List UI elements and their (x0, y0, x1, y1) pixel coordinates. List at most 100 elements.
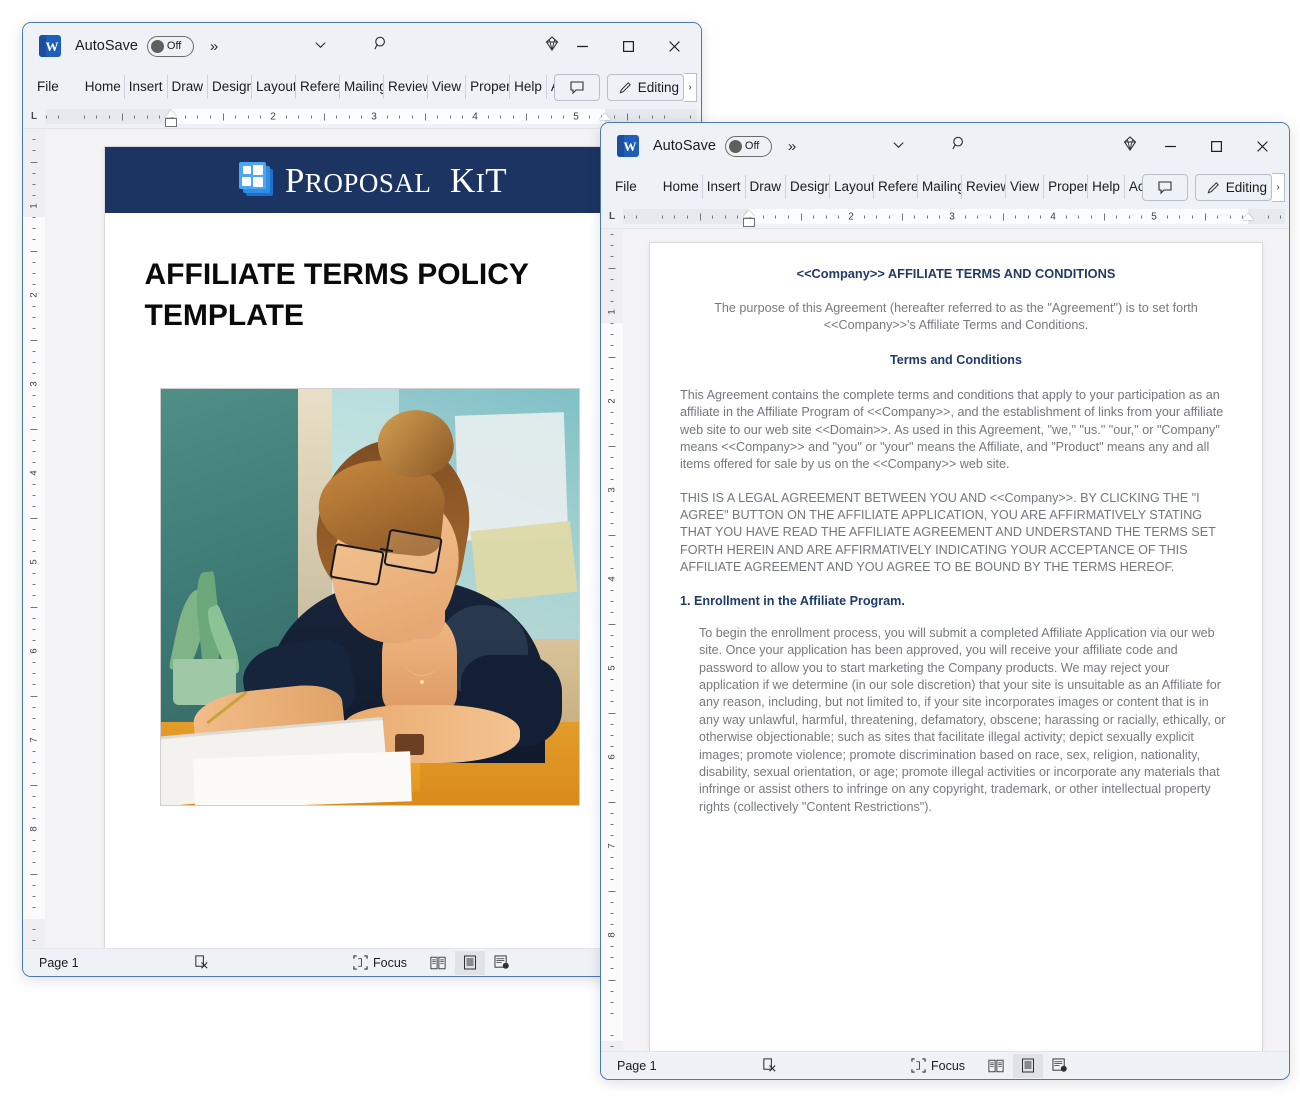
document-page-front[interactable]: <<Company>> AFFILIATE TERMS AND CONDITIO… (650, 243, 1262, 1051)
ruler-tick (424, 113, 426, 120)
page-indicator[interactable]: Page 1 (39, 956, 79, 970)
vertical-ruler-front[interactable]: 1 2 3 4 5 6 7 8 (601, 229, 623, 1051)
vruler-tick (32, 684, 36, 686)
ruler-tick (964, 215, 966, 218)
first-line-indent-marker[interactable] (743, 210, 755, 217)
right-indent-marker[interactable] (1242, 213, 1254, 220)
read-mode-icon[interactable] (423, 951, 453, 975)
right-indent-marker[interactable] (599, 113, 611, 120)
tab-insert[interactable]: Insert (125, 75, 168, 99)
horizontal-ruler-front[interactable]: L 12345 (601, 205, 1289, 229)
editing-mode-button[interactable]: Editing (606, 73, 684, 101)
spellcheck-off-icon[interactable] (761, 1057, 778, 1074)
qat-more-icon[interactable]: » (210, 38, 218, 55)
tab-draw[interactable]: Draw (168, 75, 209, 99)
tab-file[interactable]: File (609, 175, 643, 199)
ruler-tick (1090, 215, 1092, 218)
left-indent-marker[interactable] (743, 218, 755, 227)
first-line-indent-marker[interactable] (165, 110, 177, 117)
tab-draw[interactable]: Draw (746, 175, 787, 199)
tab-review[interactable]: Review (962, 175, 1007, 199)
ruler-tick (1078, 215, 1080, 218)
ruler-tick (876, 215, 878, 218)
tab-design[interactable]: Design (208, 75, 253, 99)
search-icon[interactable] (373, 35, 390, 57)
read-mode-icon[interactable] (981, 1054, 1011, 1078)
qat-more-icon[interactable]: » (788, 138, 796, 155)
vruler-tick (32, 395, 36, 397)
maximize-icon[interactable] (1193, 124, 1239, 168)
ruler-tick (209, 115, 211, 118)
vruler-tick (610, 690, 614, 692)
tab-properties[interactable]: Properties (1044, 175, 1089, 199)
vruler-tick (32, 450, 36, 452)
web-layout-icon[interactable] (1045, 1054, 1075, 1078)
document-image[interactable] (159, 388, 580, 806)
close-icon[interactable] (1239, 124, 1285, 168)
vruler-tick (610, 523, 614, 525)
focus-button[interactable]: Focus (353, 955, 407, 970)
tab-file[interactable]: File (31, 75, 65, 99)
editing-expand-icon[interactable]: › (684, 72, 697, 102)
maximize-icon[interactable] (605, 24, 651, 68)
tab-stop-selector[interactable]: L (601, 211, 623, 222)
ruler-tick (1065, 215, 1067, 218)
ruler-band-back[interactable]: 12345 (45, 109, 697, 127)
ruler-tick (989, 215, 991, 218)
left-indent-marker[interactable] (165, 118, 177, 127)
tab-properties[interactable]: Properties (466, 75, 511, 99)
comments-button[interactable] (553, 73, 600, 101)
chevron-down-icon[interactable] (891, 137, 906, 155)
page-indicator[interactable]: Page 1 (617, 1059, 657, 1073)
vruler-tick (610, 590, 614, 592)
autosave-toggle[interactable]: Off (724, 135, 772, 157)
print-layout-icon[interactable] (455, 950, 485, 975)
minimize-icon[interactable] (559, 24, 605, 68)
diamond-icon[interactable] (1121, 135, 1139, 158)
ruler-number: 3 (949, 211, 955, 222)
ruler-tick (838, 215, 840, 218)
tab-mailings[interactable]: Mailings (340, 75, 385, 99)
web-layout-icon[interactable] (487, 951, 517, 975)
tab-stop-selector[interactable]: L (23, 111, 45, 122)
focus-button[interactable]: Focus (911, 1058, 965, 1073)
spellcheck-off-icon[interactable] (193, 954, 210, 971)
word-window-front[interactable]: W AutoSave Off » File Home Insert Draw D… (600, 122, 1290, 1080)
vruler-tick (610, 234, 614, 236)
chevron-down-icon[interactable] (313, 37, 328, 55)
document-canvas-front[interactable]: <<Company>> AFFILIATE TERMS AND CONDITIO… (623, 229, 1289, 1051)
vertical-ruler-back[interactable]: 1 2 3 4 5 6 7 8 (23, 129, 45, 948)
search-icon[interactable] (951, 135, 968, 157)
comments-button[interactable] (1141, 173, 1188, 201)
document-text-front[interactable]: <<Company>> AFFILIATE TERMS AND CONDITIO… (650, 243, 1262, 816)
tab-home[interactable]: Home (81, 75, 125, 99)
tab-help[interactable]: Help (510, 75, 547, 99)
horizontal-ruler-back[interactable]: L 12345 (23, 105, 701, 129)
tab-layout[interactable]: Layout (252, 75, 297, 99)
tab-design[interactable]: Design (786, 175, 831, 199)
ruler-band-front[interactable]: 12345 (623, 209, 1285, 227)
document-page-back[interactable]: PROPOSAL KIT AFFILIATE TERMS POLICY TEMP… (104, 147, 642, 948)
tab-mailings[interactable]: Mailings (918, 175, 963, 199)
tab-home[interactable]: Home (659, 175, 703, 199)
tab-view[interactable]: View (1006, 175, 1045, 199)
view-switcher-back[interactable] (423, 950, 517, 975)
editing-mode-button[interactable]: Editing (1194, 173, 1272, 201)
vruler-tick (32, 317, 36, 319)
tab-references[interactable]: References (874, 175, 919, 199)
ribbon-tabs-front[interactable]: File Home Insert Draw Design Layout Refe… (601, 169, 1289, 205)
ribbon-tabs-back[interactable]: File Home Insert Draw Design Layout Refe… (23, 69, 701, 105)
tab-layout[interactable]: Layout (830, 175, 875, 199)
tab-review[interactable]: Review (384, 75, 429, 99)
toggle-knob (728, 139, 742, 153)
close-icon[interactable] (651, 24, 697, 68)
print-layout-icon[interactable] (1013, 1053, 1043, 1078)
tab-references[interactable]: References (296, 75, 341, 99)
tab-view[interactable]: View (428, 75, 467, 99)
view-switcher-front[interactable] (981, 1053, 1075, 1078)
minimize-icon[interactable] (1147, 124, 1193, 168)
tab-insert[interactable]: Insert (703, 175, 746, 199)
autosave-toggle[interactable]: Off (146, 35, 194, 57)
tab-help[interactable]: Help (1088, 175, 1125, 199)
editing-expand-icon[interactable]: › (1272, 172, 1285, 202)
